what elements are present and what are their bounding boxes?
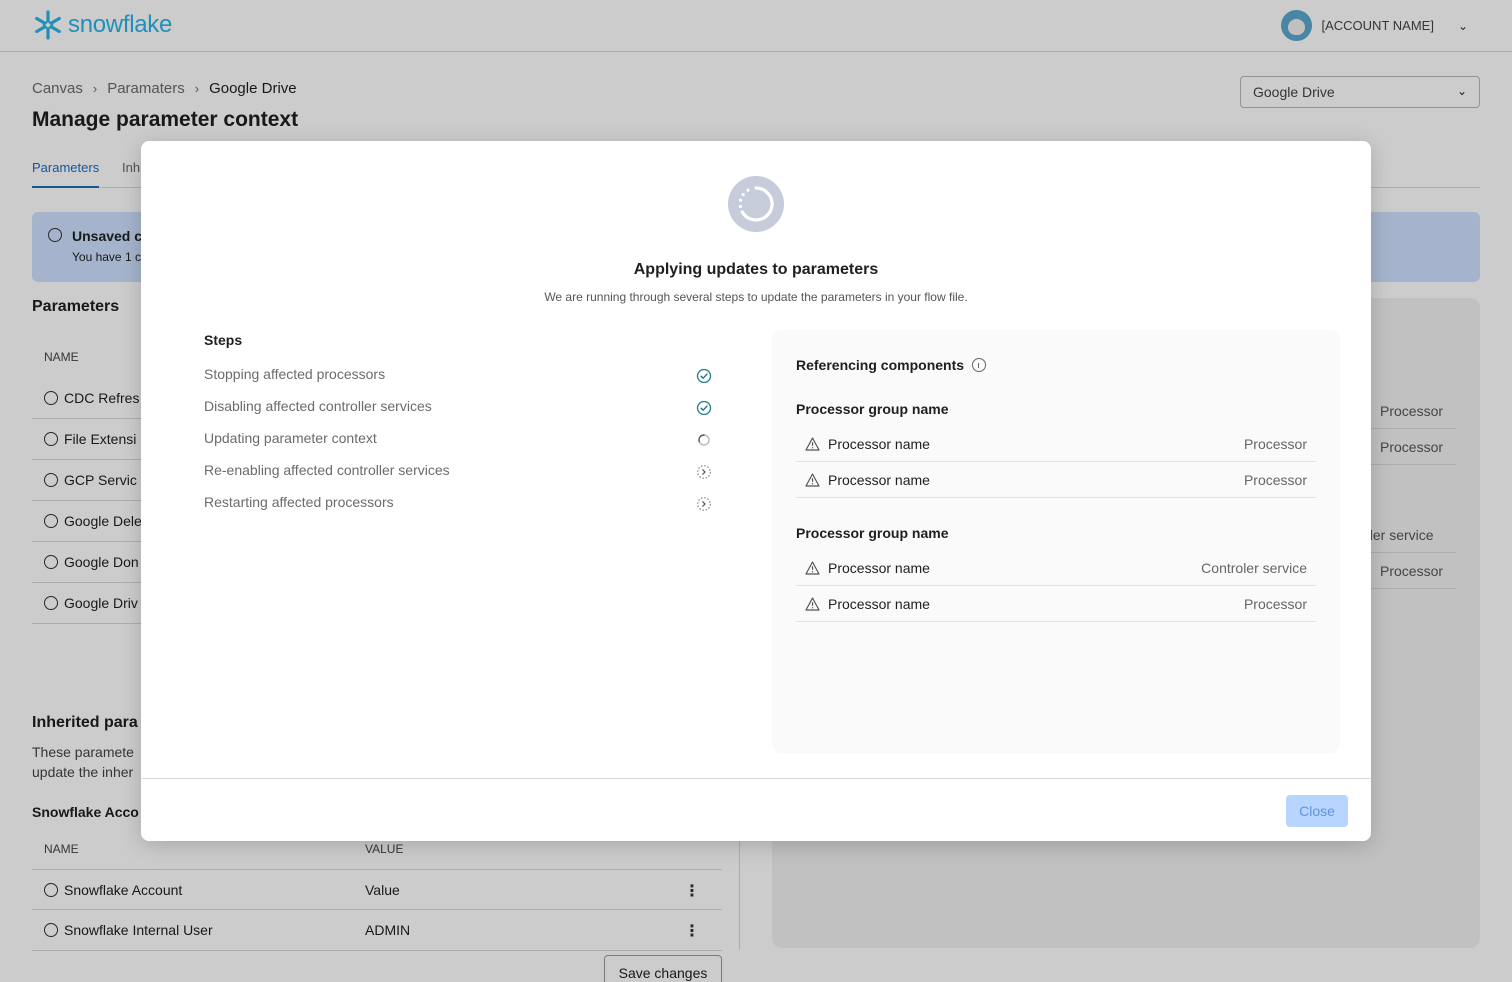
list-item[interactable]: Processor name Processor xyxy=(796,586,1316,622)
pending-icon xyxy=(697,465,711,479)
component-type: Controler service xyxy=(1201,560,1307,576)
check-circle-icon xyxy=(696,368,712,384)
check-circle-icon xyxy=(696,400,712,416)
modal-subtitle: We are running through several steps to … xyxy=(544,290,968,304)
list-item[interactable]: Processor name Processor xyxy=(796,426,1316,462)
step-label: Updating parameter context xyxy=(204,430,377,446)
component-type: Processor xyxy=(1243,596,1307,612)
step-item: Updating parameter context xyxy=(204,430,712,450)
warning-icon xyxy=(805,561,820,575)
pending-icon xyxy=(697,497,711,511)
processor-group-title: Processor group name xyxy=(796,401,949,417)
step-label: Restarting affected processors xyxy=(204,494,394,510)
step-label: Stopping affected processors xyxy=(204,366,386,382)
warning-icon xyxy=(805,437,820,451)
referencing-title-text: Referencing components xyxy=(796,357,965,373)
component-type: Processor xyxy=(1243,472,1307,488)
warning-icon xyxy=(805,597,820,611)
processor-name: Processor name xyxy=(828,560,930,576)
modal-title: Applying updates to parameters xyxy=(633,261,879,278)
loading-spinner-icon xyxy=(728,176,784,232)
close-button[interactable]: Close xyxy=(1286,795,1348,827)
referencing-components-panel: Referencing components Processor group n… xyxy=(772,330,1340,754)
list-item[interactable]: Processor name Processor xyxy=(796,462,1316,498)
step-item: Restarting affected processors xyxy=(204,494,712,514)
steps-title: Steps xyxy=(204,332,243,348)
processor-name: Processor name xyxy=(828,472,930,488)
step-item: Stopping affected processors xyxy=(204,366,712,386)
step-item: Re-enabling affected controller services xyxy=(204,462,712,482)
processor-name: Processor name xyxy=(828,436,930,452)
processor-group-title: Processor group name xyxy=(796,525,949,541)
loading-icon xyxy=(698,434,710,446)
referencing-components-title: Referencing components xyxy=(796,357,987,373)
step-label: Disabling affected controller services xyxy=(204,398,432,414)
apply-updates-modal: Applying updates to parameters We are ru… xyxy=(141,141,1371,841)
component-type: Processor xyxy=(1243,436,1307,452)
step-label: Re-enabling affected controller services xyxy=(204,462,450,478)
processor-name: Processor name xyxy=(828,596,930,612)
warning-icon xyxy=(805,473,820,487)
step-item: Disabling affected controller services xyxy=(204,398,712,418)
info-icon[interactable] xyxy=(972,358,987,372)
modal-footer: Close xyxy=(141,778,1371,841)
list-item[interactable]: Processor name Controler service xyxy=(796,550,1316,586)
